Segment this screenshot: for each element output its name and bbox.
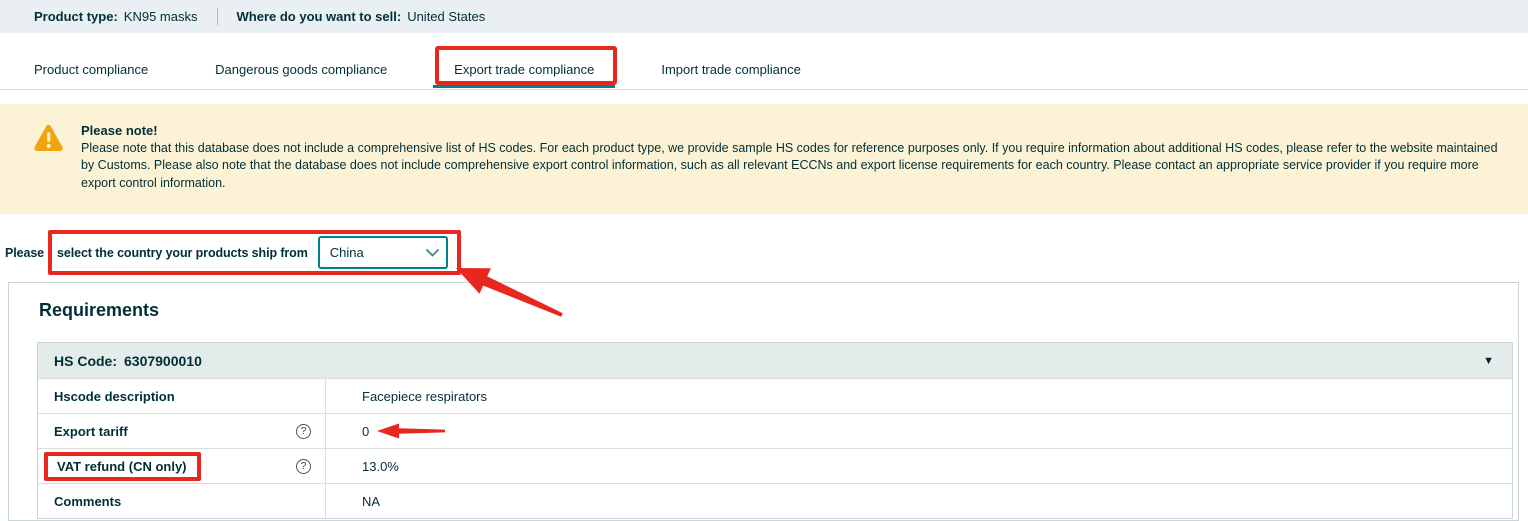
notice-body: Please note that this database does not … [81, 140, 1512, 193]
row-value: NA [362, 494, 380, 509]
ship-from-label-prefix: Please [5, 246, 44, 260]
page: Product type: KN95 masks Where do you wa… [0, 0, 1528, 521]
ship-from-row: Please select the country your products … [0, 230, 1528, 275]
product-type-value: KN95 masks [124, 9, 198, 24]
hs-code-table: HS Code: 6307900010 ▼ Hscode description… [37, 342, 1513, 519]
row-value: 0 [362, 424, 369, 439]
compliance-tab-bar: Product compliance Dangerous goods compl… [0, 46, 1528, 90]
ship-from-annotation-box: select the country your products ship fr… [48, 230, 461, 275]
row-label: Hscode description [54, 389, 175, 404]
row-value: 13.0% [362, 459, 399, 474]
tab-export-trade-compliance[interactable]: Export trade compliance [433, 46, 615, 89]
table-row-export-tariff: Export tariff 0 [38, 413, 1512, 448]
table-row-vat-refund: VAT refund (CN only) 13.0% [38, 448, 1512, 483]
hs-code-accordion-header[interactable]: HS Code: 6307900010 ▼ [38, 343, 1512, 378]
notice-banner: Please note! Please note that this datab… [0, 104, 1528, 214]
sell-marketplace-value: United States [407, 9, 485, 24]
annotation-arrow-left-icon [377, 422, 445, 440]
tab-import-trade-compliance[interactable]: Import trade compliance [640, 46, 821, 89]
requirements-panel: Requirements HS Code: 6307900010 ▼ Hscod… [8, 282, 1519, 521]
context-bar-divider [217, 8, 218, 25]
context-bar: Product type: KN95 masks Where do you wa… [0, 0, 1528, 33]
table-row-hscode-description: Hscode description Facepiece respirators [38, 378, 1512, 413]
notice-title: Please note! [81, 122, 1512, 140]
requirements-heading: Requirements [39, 299, 1513, 321]
row-value: Facepiece respirators [362, 389, 487, 404]
sell-marketplace-label: Where do you want to sell: [237, 9, 402, 24]
notice-text: Please note! Please note that this datab… [81, 122, 1512, 214]
tab-product-compliance[interactable]: Product compliance [13, 46, 169, 89]
hs-code-value: 6307900010 [124, 353, 202, 369]
warning-triangle-icon [33, 124, 64, 214]
row-label: Comments [54, 494, 121, 509]
tab-dangerous-goods-compliance[interactable]: Dangerous goods compliance [194, 46, 408, 89]
ship-from-country-select[interactable]: China [318, 236, 448, 269]
ship-from-label: select the country your products ship fr… [57, 246, 308, 260]
help-icon[interactable] [296, 459, 311, 474]
vat-refund-annotation-box: VAT refund (CN only) [44, 452, 201, 481]
row-label: VAT refund (CN only) [57, 459, 187, 474]
hs-code-label: HS Code: [54, 353, 117, 369]
country-select-wrap: China [318, 236, 448, 269]
product-type-label: Product type: [34, 9, 118, 24]
table-row-comments: Comments NA [38, 483, 1512, 518]
row-label: Export tariff [54, 424, 128, 439]
caret-down-icon: ▼ [1483, 355, 1494, 367]
help-icon[interactable] [296, 424, 311, 439]
